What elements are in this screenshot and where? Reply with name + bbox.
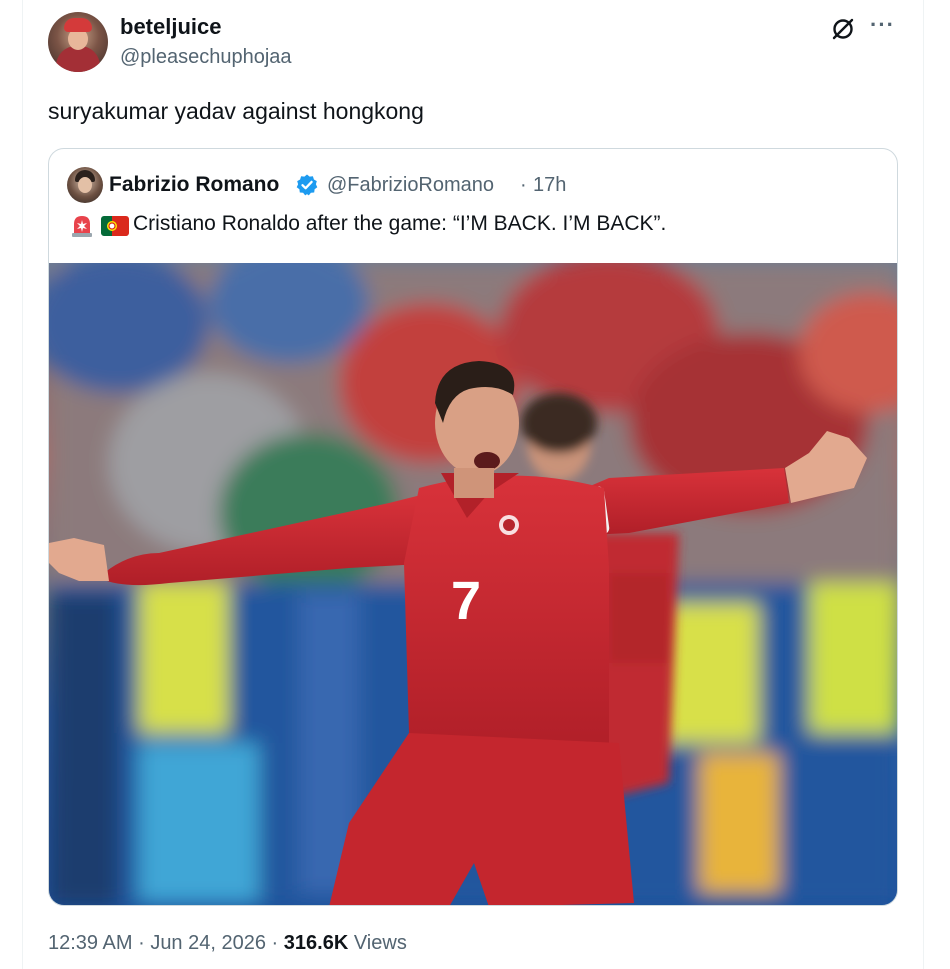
photo-illustration: 7 bbox=[49, 263, 897, 905]
tweet-time[interactable]: 12:39 AM bbox=[48, 932, 133, 954]
views-count[interactable]: 316.6K bbox=[284, 932, 349, 954]
quoted-time[interactable]: 17h bbox=[533, 174, 566, 197]
tweet-metadata: 12:39 AM · Jun 24, 2026 · 316.6K Views bbox=[48, 932, 407, 955]
quoted-tweet-card[interactable]: Fabrizio Romano @FabrizioRomano · 17h Cr… bbox=[48, 148, 898, 906]
grok-icon[interactable] bbox=[830, 16, 856, 42]
quoted-avatar-face bbox=[78, 177, 92, 193]
quoted-photo[interactable]: 7 bbox=[49, 263, 897, 905]
portugal-flag-icon bbox=[101, 216, 129, 236]
tweet-text: suryakumar yadav against hongkong bbox=[48, 98, 424, 124]
author-display-name[interactable]: beteljuice bbox=[120, 14, 221, 40]
jersey-number: 7 bbox=[451, 571, 481, 631]
quoted-separator: · bbox=[520, 174, 527, 196]
quoted-handle[interactable]: @FabrizioRomano bbox=[327, 174, 494, 197]
verified-icon bbox=[296, 174, 318, 196]
author-handle[interactable]: @pleasechuphojaa bbox=[120, 46, 292, 69]
siren-icon bbox=[72, 216, 92, 237]
quoted-display-name[interactable]: Fabrizio Romano bbox=[109, 173, 279, 197]
more-icon[interactable]: ··· bbox=[870, 14, 900, 40]
meta-separator: · bbox=[138, 932, 145, 954]
views-label: Views bbox=[353, 932, 407, 954]
avatar-hat bbox=[64, 18, 92, 32]
tweet-date[interactable]: Jun 24, 2026 bbox=[150, 932, 266, 954]
quoted-avatar[interactable] bbox=[67, 167, 103, 203]
meta-separator: · bbox=[271, 932, 279, 954]
quoted-text: Cristiano Ronaldo after the game: “I’M B… bbox=[133, 212, 667, 235]
avatar[interactable] bbox=[48, 12, 108, 72]
